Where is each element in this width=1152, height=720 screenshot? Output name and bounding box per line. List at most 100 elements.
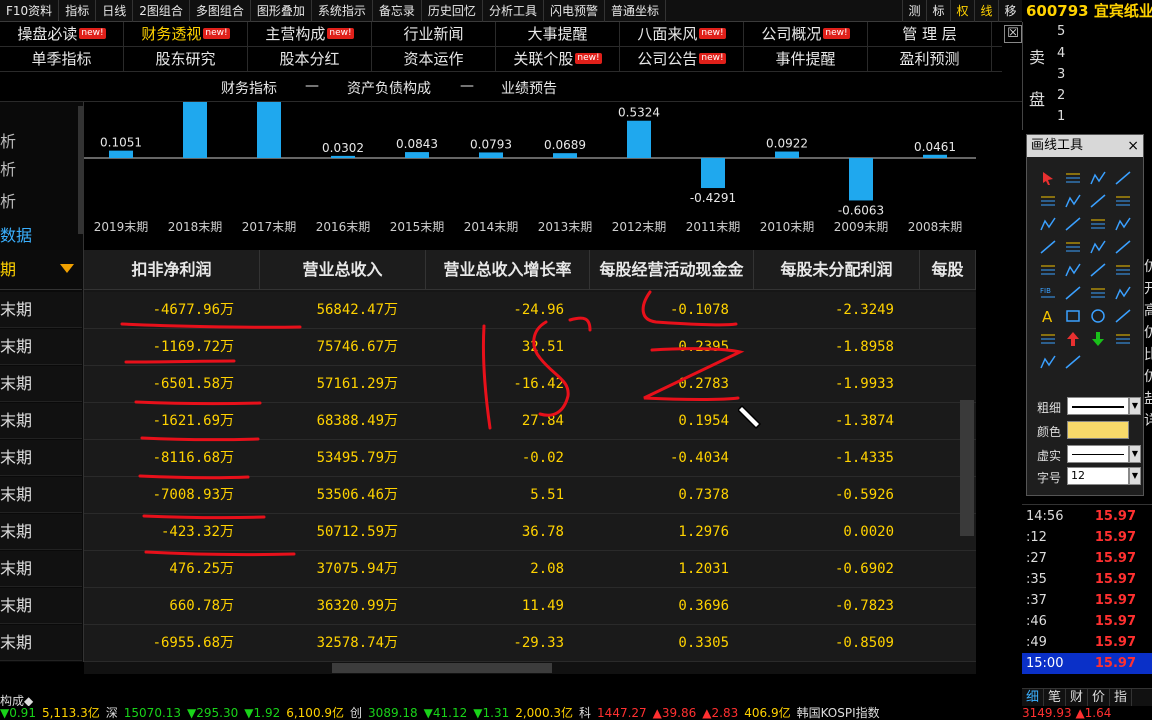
period-row[interactable]: 末期 bbox=[0, 329, 82, 365]
chart-bar[interactable] bbox=[923, 154, 947, 158]
arrow-select-icon[interactable] bbox=[1039, 169, 1057, 187]
chevron-down-icon[interactable]: ▼ bbox=[1129, 397, 1141, 415]
line-style-select[interactable] bbox=[1067, 445, 1129, 463]
wave-icon[interactable] bbox=[1039, 330, 1057, 348]
vertical-scrollbar[interactable] bbox=[960, 400, 974, 536]
menu-item-system-indicator[interactable]: 系统指示 bbox=[312, 0, 373, 22]
zigzag-icon[interactable] bbox=[1039, 238, 1057, 256]
level-lines-icon[interactable] bbox=[1039, 215, 1057, 233]
chart-bar[interactable] bbox=[257, 102, 281, 158]
sidebar-item[interactable]: 析 bbox=[0, 188, 16, 212]
detail-tab[interactable]: 笔 bbox=[1044, 689, 1066, 706]
stroke-width-select[interactable] bbox=[1067, 397, 1129, 415]
cycle-line-icon[interactable] bbox=[1114, 261, 1132, 279]
f10-nav-row1-3[interactable]: 行业新闻 bbox=[372, 22, 496, 46]
parallel-line-icon[interactable] bbox=[1064, 192, 1082, 210]
menu-item-multi-chart[interactable]: 多图组合 bbox=[190, 0, 251, 22]
curve-icon[interactable] bbox=[1114, 307, 1132, 325]
menu-item-daily[interactable]: 日线 bbox=[96, 0, 134, 22]
period-row[interactable]: 末期 bbox=[0, 625, 82, 661]
chart-bar[interactable] bbox=[627, 120, 651, 158]
trend-line-icon[interactable] bbox=[1064, 169, 1082, 187]
chart-bar[interactable] bbox=[775, 151, 799, 158]
f10-nav-row2-0[interactable]: 单季指标 bbox=[0, 47, 124, 71]
chart-bar[interactable] bbox=[701, 158, 725, 189]
ellipse-icon[interactable] bbox=[1089, 307, 1107, 325]
detail-tab[interactable]: 财 bbox=[1066, 689, 1088, 706]
segment-line-icon[interactable] bbox=[1039, 192, 1057, 210]
tick-row[interactable]: :49 15.97 bbox=[1022, 632, 1152, 653]
period-row[interactable]: 末期 bbox=[0, 588, 82, 624]
menu-item-analysis-tools[interactable]: 分析工具 bbox=[483, 0, 544, 22]
tick-row[interactable]: :12 15.97 bbox=[1022, 527, 1152, 548]
tick-row[interactable]: :46 15.97 bbox=[1022, 611, 1152, 632]
dropdown-triangle-icon[interactable] bbox=[60, 264, 74, 273]
menu-measure[interactable]: 测 bbox=[902, 0, 926, 22]
grid-lines-icon[interactable] bbox=[1039, 261, 1057, 279]
column-header[interactable]: 每股 bbox=[920, 250, 976, 290]
chart-bar[interactable] bbox=[183, 102, 207, 158]
f10-nav-row2-7[interactable]: 盈利预测 bbox=[868, 47, 992, 71]
panel-title[interactable]: 画线工具 bbox=[1027, 135, 1143, 157]
menu-item-overlay[interactable]: 图形叠加 bbox=[251, 0, 312, 22]
menu-mark[interactable]: 标 bbox=[926, 0, 950, 22]
f10-nav-row2-4[interactable]: 关联个股 new! bbox=[496, 47, 620, 71]
tick-row[interactable]: :35 15.97 bbox=[1022, 569, 1152, 590]
f10-nav-row1-4[interactable]: 大事提醒 bbox=[496, 22, 620, 46]
table-row[interactable]: -6955.68万 32578.74万 -29.33 0.3305 -0.8509 bbox=[84, 625, 976, 662]
period-row[interactable]: 末期 bbox=[0, 514, 82, 550]
menu-line[interactable]: 线 bbox=[974, 0, 998, 22]
detail-tab[interactable]: 细 bbox=[1022, 689, 1044, 706]
menu-rights[interactable]: 权 bbox=[950, 0, 974, 22]
f10-nav-row2-5[interactable]: 公司公告 new! bbox=[620, 47, 744, 71]
sidebar-item[interactable]: 析 bbox=[0, 128, 16, 152]
period-row[interactable]: 末期 bbox=[0, 366, 82, 402]
menu-item-history[interactable]: 历史回忆 bbox=[422, 0, 483, 22]
ray-line-icon[interactable] bbox=[1114, 169, 1132, 187]
tick-row[interactable]: 14:56 15.97 bbox=[1022, 506, 1152, 527]
f10-nav-row2-3[interactable]: 资本运作 bbox=[372, 47, 496, 71]
rectangle-icon[interactable] bbox=[1064, 307, 1082, 325]
f10-nav-row2-6[interactable]: 事件提醒 bbox=[744, 47, 868, 71]
chart-bar[interactable] bbox=[479, 152, 503, 158]
period-row[interactable]: 末期 bbox=[0, 440, 82, 476]
up-line-icon[interactable] bbox=[1064, 261, 1082, 279]
chevron-down-icon[interactable]: ▼ bbox=[1129, 467, 1141, 485]
f10-nav-row1-5[interactable]: 八面来风 new! bbox=[620, 22, 744, 46]
down-arrow-icon[interactable] bbox=[1089, 330, 1107, 348]
text-icon[interactable]: A bbox=[1039, 307, 1057, 326]
down-line-icon[interactable] bbox=[1089, 261, 1107, 279]
menu-item-two-chart[interactable]: 2图组合 bbox=[133, 0, 190, 22]
menu-item-indicator[interactable]: 指标 bbox=[59, 0, 97, 22]
table-row[interactable]: 660.78万 36320.99万 11.49 0.3696 -0.7823 bbox=[84, 588, 976, 625]
menu-item-memo[interactable]: 备忘录 bbox=[373, 0, 422, 22]
tick-row[interactable]: :37 15.97 bbox=[1022, 590, 1152, 611]
chart-bar[interactable] bbox=[331, 155, 355, 158]
chart-bar[interactable] bbox=[849, 158, 873, 201]
font-size-select[interactable]: 12 bbox=[1067, 467, 1129, 485]
tab-balance-sheet[interactable]: 资产负债构成 bbox=[347, 78, 431, 98]
tick-row[interactable]: 15:00 15.97 bbox=[1022, 653, 1152, 674]
eraser-icon[interactable] bbox=[1039, 353, 1057, 371]
sidebar-item-data[interactable]: 数据 bbox=[0, 222, 32, 246]
extend-line-icon[interactable] bbox=[1114, 192, 1132, 210]
period-header[interactable]: 期 bbox=[0, 250, 82, 290]
ruler-icon[interactable] bbox=[1114, 284, 1132, 302]
chart-bar[interactable] bbox=[553, 153, 577, 158]
detail-tab[interactable]: 价 bbox=[1088, 689, 1110, 706]
period-row[interactable]: 末期 bbox=[0, 477, 82, 513]
speed-line-icon[interactable] bbox=[1064, 238, 1082, 256]
tick-row[interactable]: :27 15.97 bbox=[1022, 548, 1152, 569]
period-row[interactable]: 末期 bbox=[0, 403, 82, 439]
vertical-lines-icon[interactable] bbox=[1114, 238, 1132, 256]
sidebar-item[interactable]: 析 bbox=[0, 156, 16, 180]
up-arrow-icon[interactable] bbox=[1064, 330, 1082, 348]
menu-item-coordinate[interactable]: 普通坐标 bbox=[605, 0, 666, 22]
menu-item-f10[interactable]: F10资料 bbox=[0, 0, 60, 22]
fib-icon[interactable]: FIB bbox=[1039, 284, 1057, 302]
horizontal-scroll-thumb[interactable] bbox=[332, 663, 552, 673]
f10-nav-row2-2[interactable]: 股本分红 bbox=[248, 47, 372, 71]
period-row[interactable]: 末期 bbox=[0, 292, 82, 328]
period-row[interactable]: 末期 bbox=[0, 551, 82, 587]
f10-nav-row1-7[interactable]: 管 理 层 bbox=[868, 22, 992, 46]
